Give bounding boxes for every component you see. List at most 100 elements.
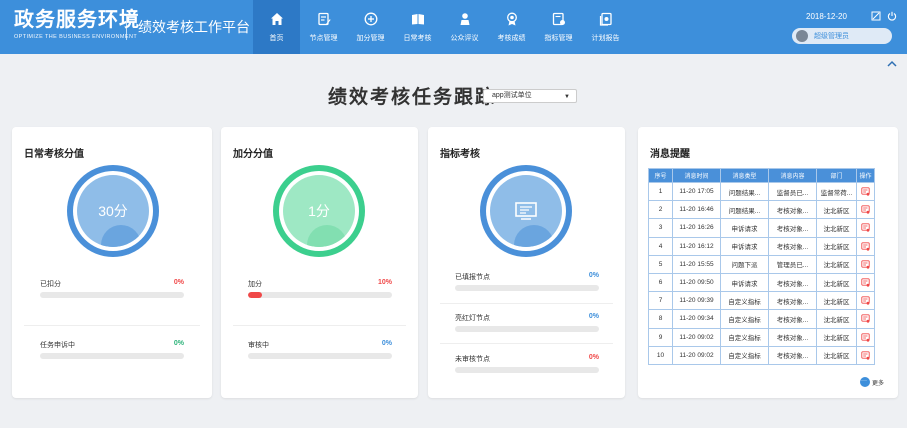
- column-header: 消息类型: [720, 168, 769, 183]
- table-cell-action: [856, 291, 875, 311]
- brand-subtitle: OPTIMIZE THE BUSINESS ENVIRONMENT: [14, 34, 138, 40]
- daily-score-ring: 30分: [67, 165, 159, 257]
- table-cell: 沈北新区: [816, 236, 857, 256]
- table-row[interactable]: 5 11-20 15:55 问题下派 管理员已... 沈北新区: [648, 254, 875, 274]
- report-icon: [599, 12, 613, 26]
- table-cell: 自定义指标: [720, 291, 769, 311]
- power-icon[interactable]: [887, 11, 897, 21]
- stat-label: 已填报节点: [455, 274, 490, 281]
- nav-item-home[interactable]: 首页: [253, 0, 300, 54]
- view-detail-icon[interactable]: [861, 205, 870, 214]
- nav-item-bonus[interactable]: 加分管理: [347, 0, 394, 54]
- indicator-ring: [480, 165, 572, 257]
- card-title: 指标考核: [440, 149, 480, 160]
- stat-percent: 0%: [588, 272, 599, 279]
- table-cell: 问题结果...: [720, 181, 769, 202]
- view-detail-icon[interactable]: [861, 314, 870, 324]
- table-row[interactable]: 3 11-20 16:26 申诉请求 考核对象... 沈北新区: [648, 218, 875, 238]
- platform-name: 绩效考核工作平台: [138, 19, 250, 35]
- more-link[interactable]: 更多: [860, 377, 884, 387]
- table-row[interactable]: 4 11-20 16:12 申诉请求 考核对象... 沈北新区: [648, 236, 875, 256]
- stat-percent: 0%: [173, 279, 184, 286]
- nav-item-indicators[interactable]: 指标管理: [535, 0, 582, 54]
- stat-percent: 10%: [377, 279, 392, 286]
- unit-select[interactable]: app测试单位 ▼: [483, 89, 577, 103]
- page-title: 绩效考核任务跟踪: [328, 87, 497, 108]
- nav-item-plan[interactable]: 计划报告: [582, 0, 629, 54]
- table-cell: 申诉请求: [720, 218, 769, 238]
- table-cell-action: [856, 181, 875, 202]
- table-row[interactable]: 2 11-20 16:46 问题结果... 考核对象... 沈北新区: [648, 200, 875, 220]
- view-detail-icon[interactable]: [861, 187, 870, 196]
- chevron-up-icon[interactable]: [887, 60, 897, 68]
- nav-label: 节点管理: [309, 35, 338, 42]
- progress-bar: [455, 285, 599, 291]
- table-cell: 3: [648, 218, 673, 238]
- table-cell: 沈北新区: [816, 309, 857, 329]
- table-cell: 考核对象...: [768, 200, 817, 220]
- table-row[interactable]: 1 11-20 17:05 问题结果... 监督员已... 监督常荷...: [648, 181, 875, 202]
- table-cell: 11-20 09:34: [672, 309, 721, 329]
- user-name: 超级管理员: [814, 33, 849, 40]
- caret-down-icon: ▼: [564, 94, 570, 100]
- column-header: 部门: [816, 168, 857, 183]
- view-detail-icon[interactable]: [861, 296, 870, 305]
- table-cell-action: [856, 236, 875, 256]
- user-menu[interactable]: 超级管理员: [792, 28, 892, 44]
- table-cell: 沈北新区: [816, 200, 857, 220]
- nav-label: 加分管理: [356, 35, 385, 42]
- nav-item-public[interactable]: 公众评议: [441, 0, 488, 54]
- progress-bar: [248, 353, 392, 359]
- table-cell: 沈北新区: [816, 254, 857, 274]
- indicator-card: 指标考核 已填报节点 0% 亮红灯节点 0% 未审核节点 0%: [428, 127, 625, 398]
- column-header: 消息时间: [672, 168, 721, 183]
- table-row[interactable]: 9 11-20 09:02 自定义指标 考核对象... 沈北新区: [648, 327, 875, 347]
- nav-item-daily[interactable]: 日常考核: [394, 0, 441, 54]
- brand-title: 政务服务环境: [14, 9, 140, 31]
- unit-select-value: app测试单位: [492, 92, 532, 99]
- stat-label: 亮红灯节点: [455, 315, 490, 322]
- view-detail-icon[interactable]: [861, 278, 870, 287]
- table-row[interactable]: 10 11-20 09:02 自定义指标 考核对象... 沈北新区: [648, 345, 875, 365]
- messages-card: 消息提醒 序号 消息时间 消息类型 消息内容 部门 操作 1 11-20 17:0…: [638, 127, 898, 398]
- table-cell: 问题下派: [720, 254, 769, 274]
- daily-score-value: 30分: [98, 203, 128, 219]
- nav-label: 首页: [269, 35, 284, 42]
- view-detail-icon[interactable]: [861, 223, 870, 233]
- table-cell: 11-20 16:12: [672, 236, 721, 256]
- table-row[interactable]: 6 11-20 09:50 申诉请求 考核对象... 沈北新区: [648, 272, 875, 293]
- view-detail-icon[interactable]: [861, 351, 870, 360]
- settings-doc-icon: [552, 12, 566, 26]
- column-header: 操作: [856, 168, 875, 183]
- view-detail-icon[interactable]: [861, 332, 870, 342]
- table-row[interactable]: 7 11-20 09:39 自定义指标 考核对象... 沈北新区: [648, 291, 875, 311]
- progress-bar: [248, 292, 392, 298]
- stat-percent: 0%: [381, 340, 392, 347]
- nav-item-nodes[interactable]: 节点管理: [300, 0, 347, 54]
- table-cell: 6: [648, 272, 673, 293]
- nav-item-scores[interactable]: 考核成绩: [488, 0, 535, 54]
- table-cell: 问题结果...: [720, 200, 769, 220]
- stat-percent: 0%: [588, 313, 599, 320]
- top-header: 政务服务环境 OPTIMIZE THE BUSINESS ENVIRONMENT…: [0, 0, 907, 54]
- view-detail-icon[interactable]: [861, 260, 870, 269]
- table-cell: 8: [648, 309, 673, 329]
- brand-logo[interactable]: 政务服务环境 OPTIMIZE THE BUSINESS ENVIRONMENT: [14, 8, 140, 40]
- stat-label: 未审核节点: [455, 356, 490, 363]
- fullscreen-icon[interactable]: [871, 11, 881, 21]
- messages-table: 序号 消息时间 消息类型 消息内容 部门 操作 1 11-20 17:05 问题结果…: [648, 168, 875, 365]
- table-cell: 11-20 09:50: [672, 272, 721, 293]
- table-cell-action: [856, 200, 875, 220]
- table-cell: 沈北新区: [816, 272, 857, 293]
- table-cell: 沈北新区: [816, 218, 857, 238]
- table-row[interactable]: 8 11-20 09:34 自定义指标 考核对象... 沈北新区: [648, 309, 875, 329]
- table-cell: 4: [648, 236, 673, 256]
- view-detail-icon[interactable]: [861, 242, 870, 251]
- table-cell-action: [856, 254, 875, 274]
- bonus-score-ring: 1分: [273, 165, 365, 257]
- avatar: [796, 30, 808, 42]
- table-cell: 11-20 15:55: [672, 254, 721, 274]
- table-cell: 自定义指标: [720, 327, 769, 347]
- table-cell: 沈北新区: [816, 327, 857, 347]
- table-cell-action: [856, 272, 875, 293]
